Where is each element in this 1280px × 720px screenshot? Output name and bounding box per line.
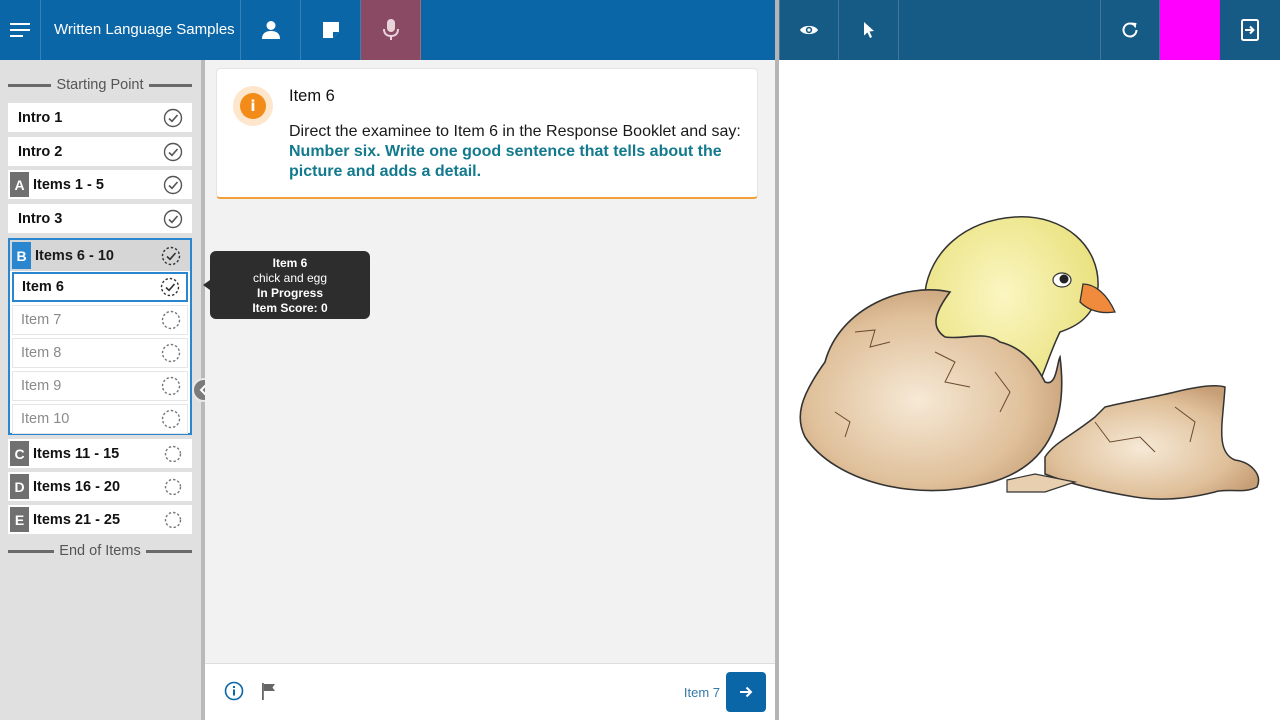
pointer-button[interactable] <box>839 0 899 60</box>
tooltip-score: Item Score: 0 <box>252 301 328 315</box>
sidebar-item-label: Item 9 <box>21 378 62 394</box>
sidebar-item-items-21-25[interactable]: E Items 21 - 25 <box>8 505 192 534</box>
in-progress-icon <box>161 246 181 265</box>
info-outline-icon[interactable] <box>224 681 244 701</box>
sidebar-subitem-item-9[interactable]: Item 9 <box>12 371 188 401</box>
menu-button[interactable] <box>0 0 40 60</box>
instruction-text: Direct the examinee to Item 6 in the Res… <box>289 123 741 140</box>
sidebar-item-label: Item 6 <box>22 279 64 295</box>
instruction-card: i Item 6 Direct the examinee to Item 6 i… <box>216 68 758 199</box>
tooltip-arrow <box>203 280 210 290</box>
sidebar-item-label: Items 16 - 20 <box>33 478 121 495</box>
menu-icon <box>10 23 30 37</box>
end-of-items-label: End of Items <box>8 542 192 560</box>
pane-divider[interactable] <box>775 0 779 720</box>
sidebar-item-label: Item 10 <box>21 411 70 427</box>
refresh-button[interactable] <box>1100 0 1160 60</box>
sidebar-item-label: Intro 3 <box>18 210 63 227</box>
sidebar-item-intro-3[interactable]: Intro 3 <box>8 204 192 233</box>
sidebar-item-items-16-20[interactable]: D Items 16 - 20 <box>8 472 192 501</box>
not-started-icon <box>164 511 182 528</box>
note-icon <box>322 22 339 38</box>
tooltip-description: chick and egg <box>252 271 328 285</box>
card-instruction: Direct the examinee to Item 6 in the Res… <box>289 122 749 182</box>
info-badge: i <box>233 86 273 126</box>
arrow-right-icon <box>740 686 753 698</box>
not-started-icon <box>161 310 181 330</box>
section-letter-badge: D <box>10 474 29 499</box>
eye-icon <box>800 25 818 35</box>
exit-icon <box>1241 19 1259 41</box>
sidebar-subitem-item-6[interactable]: Item 6 <box>12 272 188 302</box>
section-letter-badge: C <box>10 441 29 466</box>
sidebar-subitem-item-10[interactable]: Item 10 <box>12 404 188 434</box>
not-started-icon <box>164 478 182 495</box>
sidebar-item-label: Item 7 <box>21 312 62 328</box>
sidebar-item-items-11-15[interactable]: C Items 11 - 15 <box>8 439 192 468</box>
sidebar-subitem-item-8[interactable]: Item 8 <box>12 338 188 368</box>
sidebar-group-items-6-10: B Items 6 - 10 Item 6 Item 7 Item 8 Item… <box>8 238 192 435</box>
microphone-button[interactable] <box>361 0 421 60</box>
not-started-icon <box>161 343 181 363</box>
preview-button[interactable] <box>779 0 839 60</box>
check-circle-icon <box>163 175 183 194</box>
sidebar-item-label: Items 11 - 15 <box>33 445 120 462</box>
in-progress-icon <box>160 277 180 297</box>
person-icon <box>261 21 280 39</box>
say-text: Number six. Write one good sentence that… <box>289 143 722 180</box>
sidebar-item-label: Item 8 <box>21 345 62 361</box>
app-title: Written Language Samples <box>40 0 241 60</box>
section-letter-badge: A <box>10 172 29 197</box>
info-icon: i <box>240 93 266 119</box>
sidebar-item-intro-2[interactable]: Intro 2 <box>8 137 192 166</box>
sidebar-item-label: Items 21 - 25 <box>33 511 121 528</box>
starting-point-label: Starting Point <box>8 76 192 94</box>
not-started-icon <box>161 409 181 429</box>
refresh-icon <box>1122 22 1138 38</box>
magenta-toolbar-block[interactable] <box>1160 0 1220 60</box>
sidebar-item-label: Items 6 - 10 <box>35 247 114 264</box>
sidebar-group-header[interactable]: B Items 6 - 10 <box>10 240 190 271</box>
cursor-icon <box>863 22 874 38</box>
microphone-icon <box>382 19 399 40</box>
tooltip-title: Item 6 <box>272 256 308 270</box>
tooltip-status: In Progress <box>256 286 324 300</box>
switch-device-button[interactable] <box>1220 0 1280 60</box>
check-circle-icon <box>163 142 183 161</box>
item-tooltip: Item 6 chick and egg In Progress Item Sc… <box>210 251 370 319</box>
sidebar-item-label: Intro 1 <box>18 109 63 126</box>
chick-hatching-icon <box>799 216 1260 500</box>
section-letter-badge: B <box>12 242 31 269</box>
section-letter-badge: E <box>10 507 29 532</box>
sidebar-item-label: Items 1 - 5 <box>33 176 104 193</box>
check-circle-icon <box>163 108 183 127</box>
sidebar-item-intro-1[interactable]: Intro 1 <box>8 103 192 132</box>
examinee-button[interactable] <box>241 0 301 60</box>
notes-button[interactable] <box>301 0 361 60</box>
next-item-label: Item 7 <box>683 685 720 700</box>
next-item-button[interactable] <box>726 672 766 712</box>
check-circle-icon <box>163 209 183 228</box>
not-started-icon <box>161 376 181 396</box>
not-started-icon <box>164 445 182 462</box>
card-title: Item 6 <box>289 87 335 105</box>
sidebar-item-items-1-5[interactable]: A Items 1 - 5 <box>8 170 192 199</box>
flag-icon[interactable] <box>259 681 279 701</box>
sidebar-subitem-item-7[interactable]: Item 7 <box>12 305 188 335</box>
sidebar-item-label: Intro 2 <box>18 143 63 160</box>
